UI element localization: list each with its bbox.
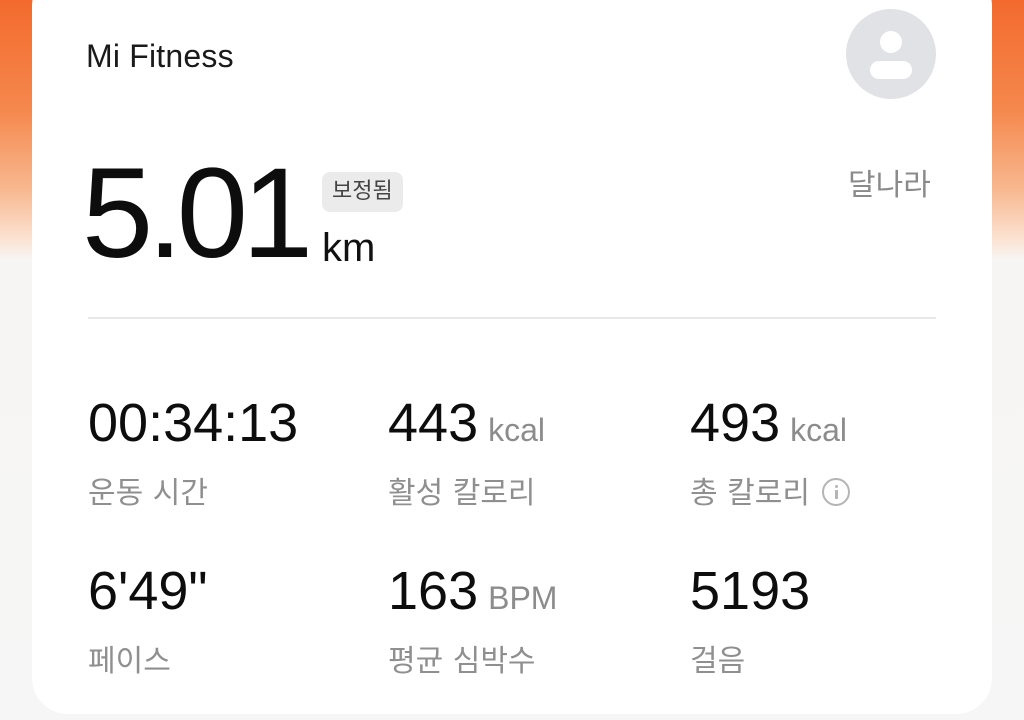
stat-label: 총 칼로리 <box>690 468 850 512</box>
stat-value: 163 BPM <box>388 564 557 618</box>
avatar-body-shape <box>870 61 912 79</box>
app-title: Mi Fitness <box>86 38 234 74</box>
stat-label: 평균 심박수 <box>388 644 536 679</box>
distance-value: 5.01 <box>82 142 313 285</box>
stat-unit: kcal <box>488 412 546 448</box>
stat-unit: BPM <box>488 580 558 616</box>
stat-value: 5193 <box>690 564 810 618</box>
avatar-head-shape <box>880 31 902 53</box>
stat-value: 493 kcal <box>690 396 847 450</box>
stat-number: 493 <box>690 393 781 453</box>
info-icon[interactable] <box>821 477 850 506</box>
stat-value: 443 kcal <box>388 396 545 450</box>
calibrated-badge: 보정됨 <box>322 172 403 212</box>
stat-unit: kcal <box>790 412 848 448</box>
stat-number: 00:34:13 <box>88 393 299 453</box>
stat-value: 00:34:13 <box>88 396 298 450</box>
stat-label-text: 총 칼로리 <box>690 476 810 511</box>
stat-number: 5193 <box>690 561 811 621</box>
stat-label: 운동 시간 <box>88 476 208 511</box>
stat-value: 6'49" <box>88 564 208 618</box>
activity-type-label: 달나라 <box>848 168 931 203</box>
divider <box>88 317 936 319</box>
user-avatar-icon[interactable] <box>846 9 936 99</box>
stat-number: 6'49" <box>88 561 208 621</box>
stat-label: 활성 칼로리 <box>388 476 536 511</box>
distance-unit: km <box>322 226 376 270</box>
stat-label: 걸음 <box>690 644 746 679</box>
stat-number: 163 <box>388 561 479 621</box>
stat-number: 443 <box>388 393 479 453</box>
stat-label: 페이스 <box>88 644 171 679</box>
